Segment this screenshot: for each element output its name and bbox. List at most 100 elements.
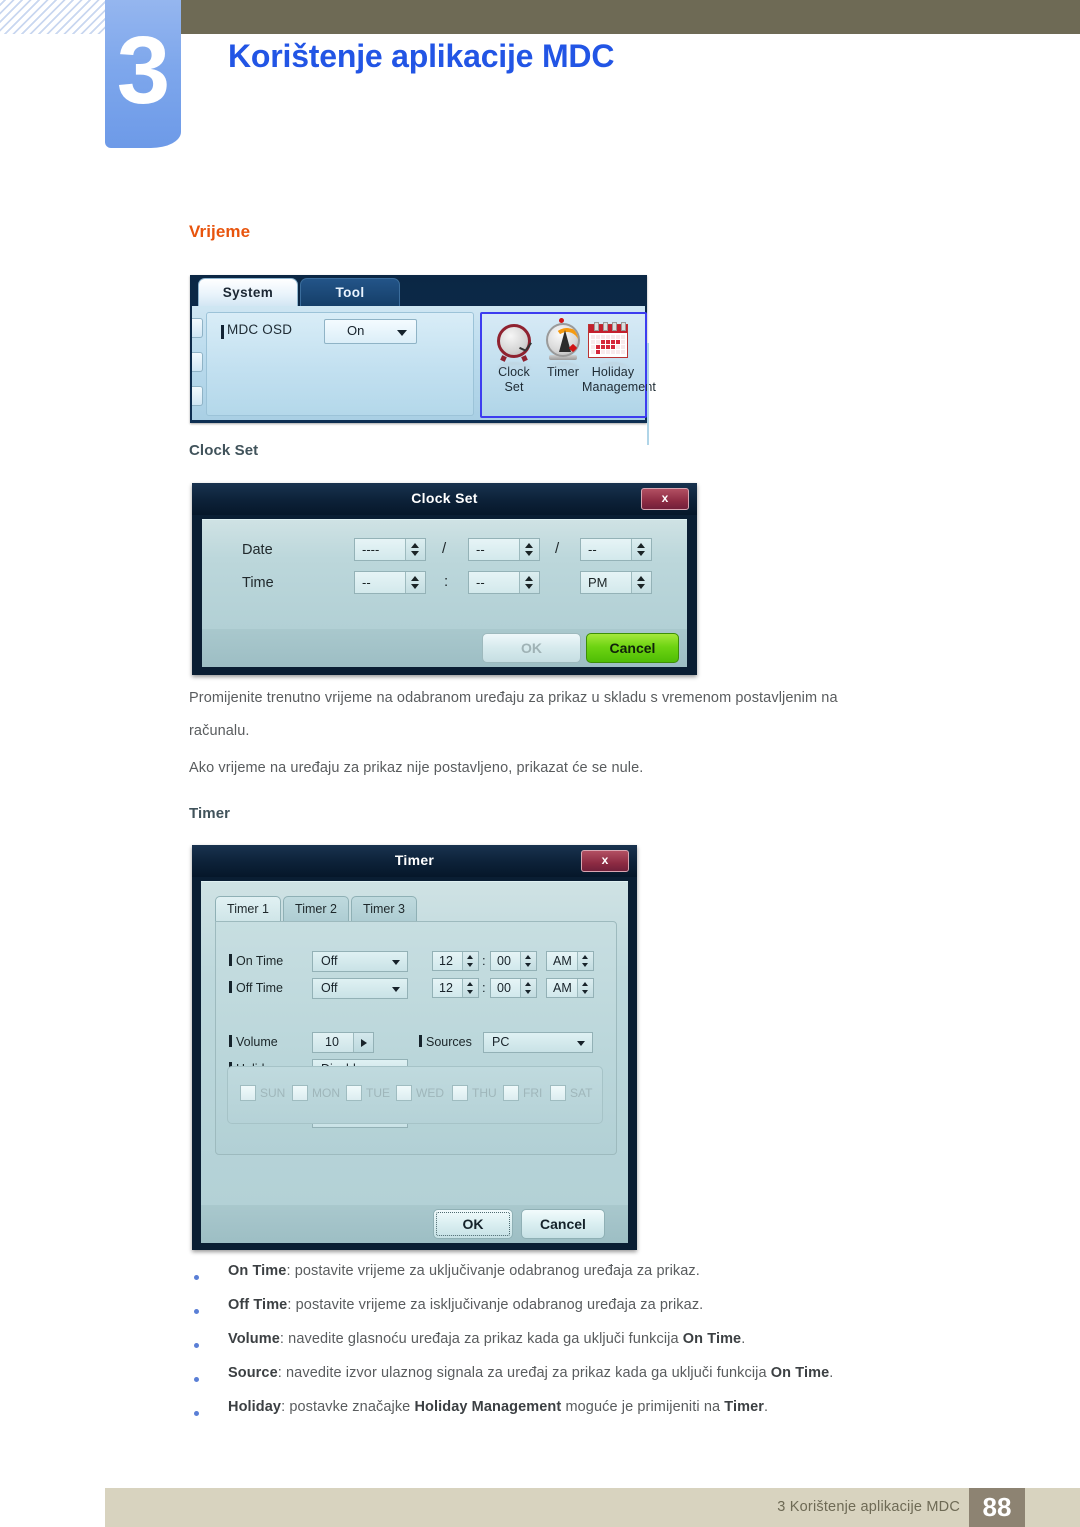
date-day-spinner[interactable]: -- bbox=[580, 538, 652, 561]
off-time-meridiem-spinner[interactable]: AM bbox=[546, 978, 594, 998]
date-year-stepper[interactable] bbox=[405, 539, 425, 560]
date-day-stepper[interactable] bbox=[631, 539, 651, 560]
clock-set-ok-button[interactable]: OK bbox=[482, 633, 581, 663]
header-olive-bar bbox=[178, 0, 1080, 34]
chevron-down-icon bbox=[392, 987, 400, 992]
checkbox-wed[interactable] bbox=[396, 1085, 412, 1101]
time-meridiem-spinner[interactable]: PM bbox=[580, 571, 652, 594]
tab-tool[interactable]: Tool bbox=[300, 278, 400, 308]
bullet-text: Off Time: postavite vrijeme za isključiv… bbox=[228, 1297, 703, 1313]
date-month-spinner[interactable]: -- bbox=[468, 538, 540, 561]
tab-timer-3[interactable]: Timer 3 bbox=[351, 896, 417, 922]
close-icon[interactable]: x bbox=[581, 850, 629, 872]
on-time-hour-stepper[interactable] bbox=[462, 952, 478, 970]
time-minute-value: -- bbox=[476, 575, 485, 590]
mdc-system-panel-screenshot: System Tool MDC OSD On Clock Set Timer H… bbox=[190, 275, 656, 445]
bullet-term: Off Time bbox=[228, 1297, 288, 1313]
on-time-minute-spinner[interactable]: 00 bbox=[490, 951, 537, 971]
clock-set-cancel-button[interactable]: Cancel bbox=[586, 633, 679, 663]
off-time-marker bbox=[229, 981, 232, 993]
bullet-term: Volume bbox=[228, 1331, 280, 1347]
on-time-mode-select[interactable]: Off bbox=[312, 951, 408, 972]
checkbox-mon[interactable] bbox=[292, 1085, 308, 1101]
volume-marker bbox=[229, 1035, 232, 1047]
checkbox-sun[interactable] bbox=[240, 1085, 256, 1101]
close-icon[interactable]: x bbox=[641, 488, 689, 510]
header-stripe-pattern bbox=[0, 0, 108, 34]
bullet-rest-2: moguće je primijeniti na bbox=[561, 1399, 725, 1415]
weekday-group: SUN MON TUE WED THU FRI SAT bbox=[227, 1066, 603, 1124]
bullet-term: On Time bbox=[228, 1263, 287, 1279]
checkbox-fri[interactable] bbox=[503, 1085, 519, 1101]
osd-label-marker bbox=[221, 325, 224, 339]
bullet-dot-icon bbox=[194, 1377, 199, 1382]
off-time-meridiem-value: AM bbox=[553, 981, 572, 995]
volume-stepper[interactable]: 10 bbox=[312, 1032, 374, 1053]
checkbox-thu[interactable] bbox=[452, 1085, 468, 1101]
time-hour-stepper[interactable] bbox=[405, 572, 425, 593]
sources-select[interactable]: PC bbox=[483, 1032, 593, 1053]
off-time-meridiem-stepper[interactable] bbox=[577, 979, 593, 997]
clock-set-body: Date Time ---- / -- / -- -- : -- PM bbox=[202, 519, 687, 630]
bullet-dot-icon bbox=[194, 1411, 199, 1416]
timer-ok-button[interactable]: OK bbox=[433, 1209, 513, 1239]
weekday-thu-label: THU bbox=[472, 1086, 497, 1100]
feature-bullet-list: On Time: postavite vrijeme za uključivan… bbox=[189, 1262, 989, 1432]
tab-timer-1[interactable]: Timer 1 bbox=[215, 896, 281, 922]
weekday-sat-label: SAT bbox=[570, 1086, 593, 1100]
volume-increase-icon[interactable] bbox=[353, 1033, 373, 1052]
section-title-vrijeme: Vrijeme bbox=[189, 222, 251, 241]
paragraph-1-line-1: Promijenite trenutno vrijeme na odabrano… bbox=[189, 690, 838, 706]
panel-left-stub-3 bbox=[192, 386, 203, 406]
off-time-minute-spinner[interactable]: 00 bbox=[490, 978, 537, 998]
on-time-hour-spinner[interactable]: 12 bbox=[432, 951, 479, 971]
checkbox-sat[interactable] bbox=[550, 1085, 566, 1101]
on-time-meridiem-stepper[interactable] bbox=[577, 952, 593, 970]
time-minute-spinner[interactable]: -- bbox=[468, 571, 540, 594]
time-hour-spinner[interactable]: -- bbox=[354, 571, 426, 594]
clock-set-label-line2: Set bbox=[504, 380, 524, 394]
bullet-rest: : postavite vrijeme za isključivanje oda… bbox=[287, 1297, 704, 1313]
panel-left-stub-2 bbox=[192, 352, 203, 372]
date-year-value: ---- bbox=[362, 542, 380, 557]
chapter-number: 3 bbox=[116, 17, 170, 124]
clock-set-title: Clock Set bbox=[411, 490, 478, 506]
tab-timer-2[interactable]: Timer 2 bbox=[283, 896, 349, 922]
time-meridiem-stepper[interactable] bbox=[631, 572, 651, 593]
on-time-meridiem-spinner[interactable]: AM bbox=[546, 951, 594, 971]
date-month-stepper[interactable] bbox=[519, 539, 539, 560]
checkbox-tue[interactable] bbox=[346, 1085, 362, 1101]
list-item: Source: navedite izvor ulaznog signala z… bbox=[189, 1364, 989, 1398]
off-time-hour-spinner[interactable]: 12 bbox=[432, 978, 479, 998]
footer-chapter-text: 3 Korištenje aplikacije MDC bbox=[777, 1499, 960, 1515]
bullet-text: On Time: postavite vrijeme za uključivan… bbox=[228, 1263, 700, 1279]
page-header: 3 Korištenje aplikacije MDC bbox=[0, 0, 1080, 180]
date-separator-2: / bbox=[555, 540, 560, 557]
weekday-mon-label: MON bbox=[312, 1086, 340, 1100]
off-time-minute-stepper[interactable] bbox=[520, 979, 536, 997]
timer-heading: Timer bbox=[189, 805, 231, 822]
date-day-value: -- bbox=[588, 542, 597, 557]
on-time-marker bbox=[229, 954, 232, 966]
chapter-badge: 3 bbox=[105, 0, 181, 148]
bullet-text: Volume: navedite glasnoću uređaja za pri… bbox=[228, 1331, 745, 1347]
time-minute-stepper[interactable] bbox=[519, 572, 539, 593]
chevron-down-icon bbox=[392, 960, 400, 965]
timer-cancel-button[interactable]: Cancel bbox=[521, 1209, 605, 1239]
bullet-text: Source: navedite izvor ulaznog signala z… bbox=[228, 1365, 833, 1381]
tab-system[interactable]: System bbox=[198, 278, 298, 308]
on-time-minute-stepper[interactable] bbox=[520, 952, 536, 970]
bullet-term-2: Holiday Management bbox=[414, 1399, 562, 1415]
bullet-rest-2: . bbox=[829, 1365, 834, 1381]
off-time-hour-stepper[interactable] bbox=[462, 979, 478, 997]
date-year-spinner[interactable]: ---- bbox=[354, 538, 426, 561]
bullet-rest: : postavke značajke bbox=[281, 1399, 415, 1415]
timer-title: Timer bbox=[394, 852, 435, 868]
on-time-minute-value: 00 bbox=[497, 954, 511, 968]
time-meridiem-value: PM bbox=[588, 575, 608, 590]
clock-set-button[interactable]: Clock Set bbox=[488, 318, 540, 394]
paragraph-2: Ako vrijeme na uređaju za prikaz nije po… bbox=[189, 760, 644, 776]
off-time-mode-select[interactable]: Off bbox=[312, 978, 408, 999]
holiday-management-button[interactable]: Holiday Management bbox=[582, 318, 656, 394]
mdc-osd-select[interactable]: On bbox=[324, 319, 417, 344]
